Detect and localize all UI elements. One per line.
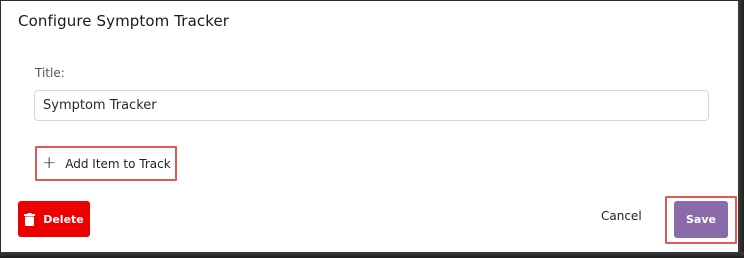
- title-input[interactable]: [34, 90, 709, 121]
- add-item-label: Add Item to Track: [65, 156, 171, 171]
- cancel-button[interactable]: Cancel: [601, 209, 642, 223]
- window-edge-bottom: [0, 252, 744, 258]
- dialog-title: Configure Symptom Tracker: [18, 12, 230, 30]
- delete-button[interactable]: Delete: [18, 201, 90, 237]
- save-button[interactable]: Save: [674, 201, 728, 238]
- configure-dialog: Configure Symptom Tracker Title: + Add I…: [0, 0, 744, 258]
- add-item-button[interactable]: + Add Item to Track: [38, 149, 174, 178]
- save-label: Save: [686, 213, 716, 226]
- trash-icon: [24, 212, 36, 226]
- delete-label: Delete: [43, 212, 84, 226]
- window-edge-right: [738, 0, 744, 258]
- title-field-label: Title:: [35, 66, 65, 80]
- plus-icon: +: [42, 153, 57, 173]
